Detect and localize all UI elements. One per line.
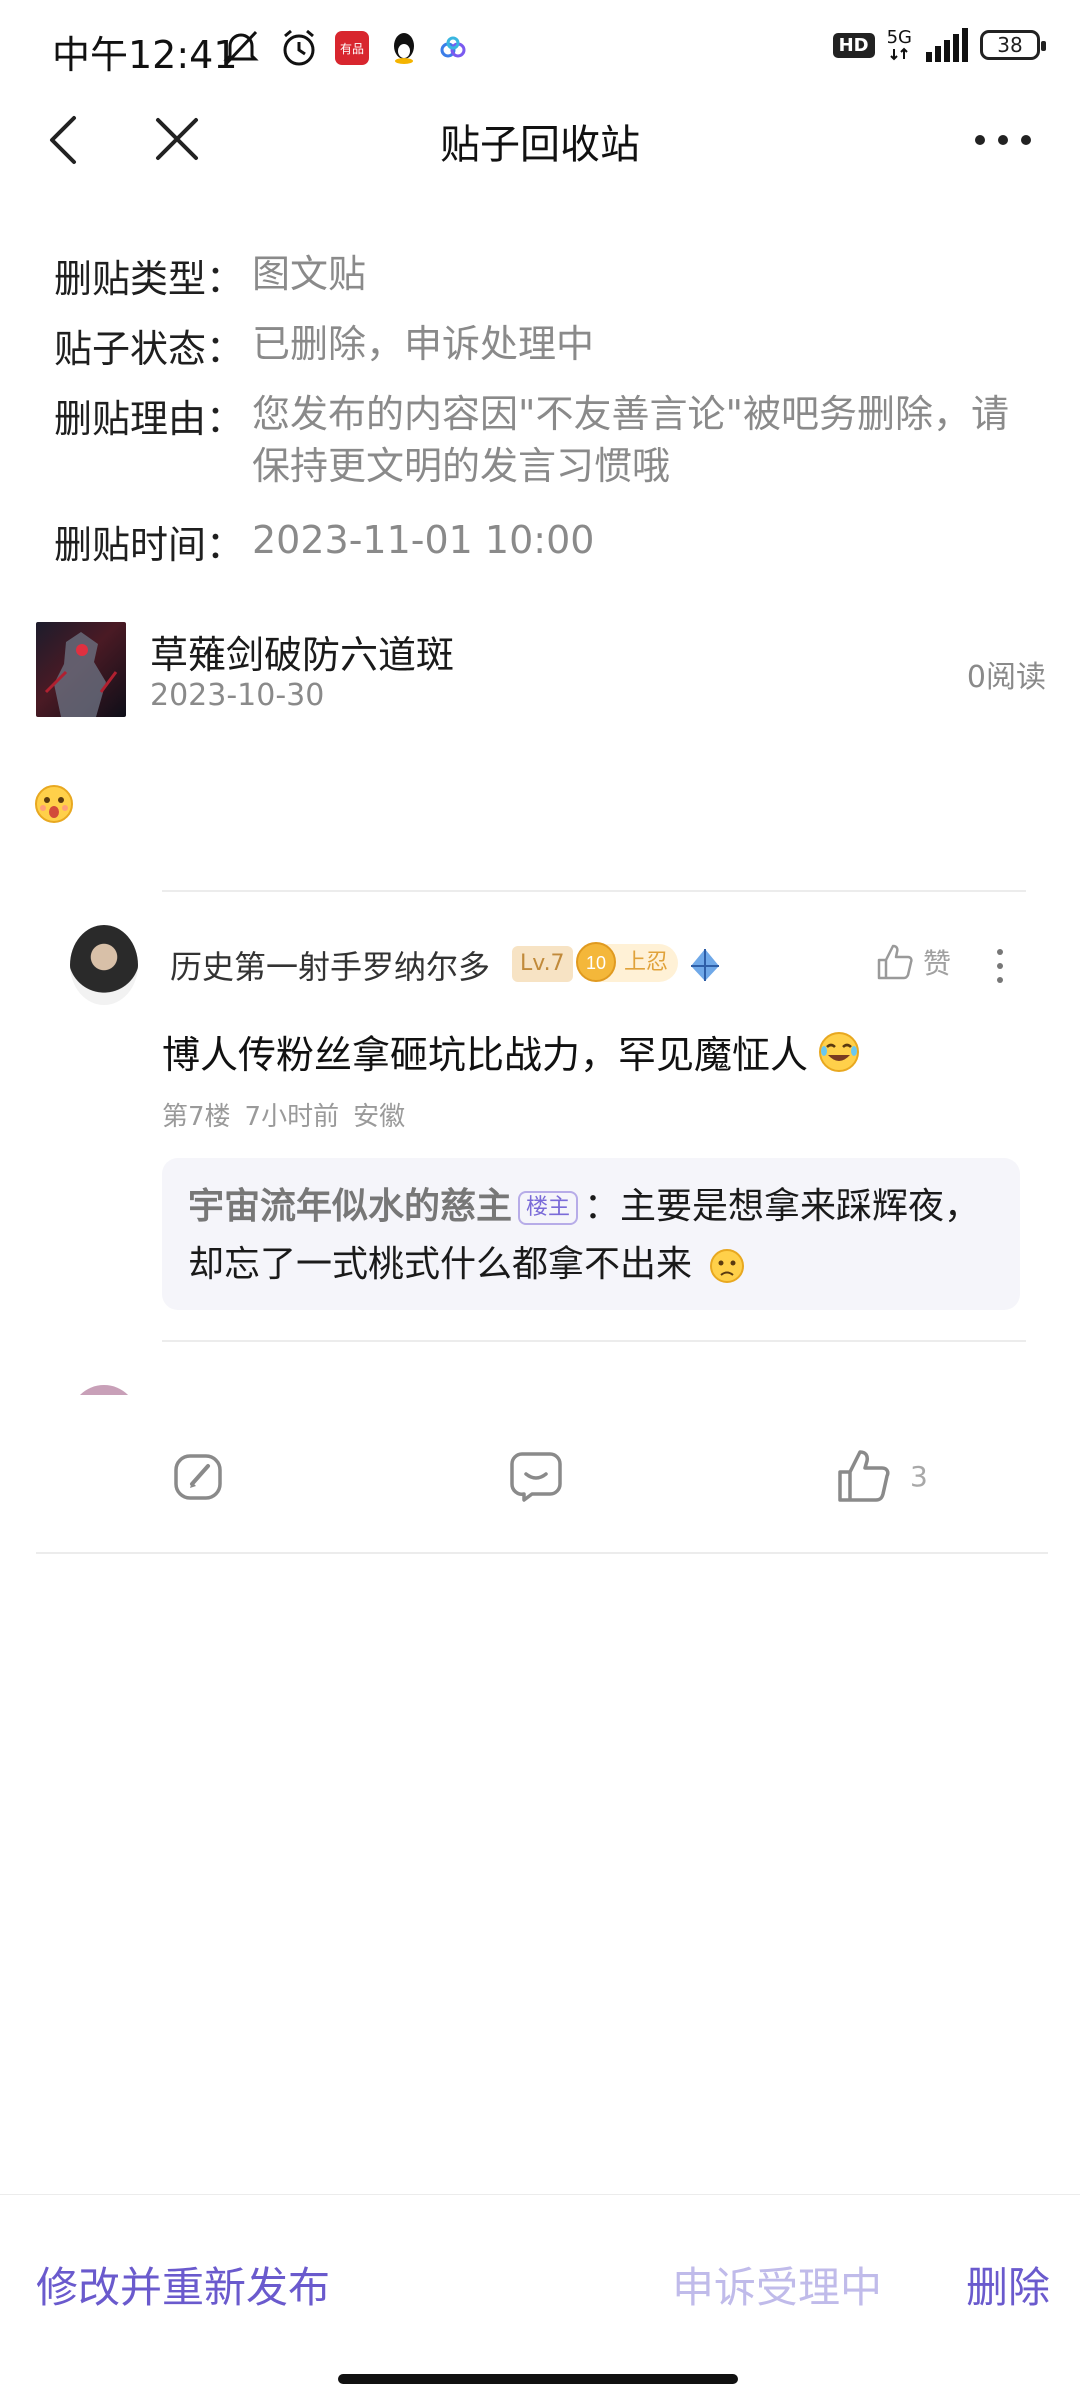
edit-action-button[interactable] [168,1446,228,1506]
alarm-clock-icon [278,28,320,68]
like-label: 赞 [923,947,952,980]
comment-meta: 第7楼 7小时前 安徽 [162,1096,405,1133]
comment-author[interactable]: 历史第一射手罗纳尔多 [170,942,490,988]
next-comment-avatar [70,1385,138,1395]
qq-penguin-icon [386,28,422,68]
divider [36,1552,1048,1554]
info-row-status: 贴子状态： 已删除，申诉处理中 [54,318,1042,373]
comment-text: 博人传粉丝拿砸坑比战力，罕见魔怔人 [162,1033,809,1077]
comment-more-button[interactable] [990,944,1010,988]
divider [162,890,1026,892]
cloud-app-icon [438,28,468,68]
thumbs-up-icon [877,944,913,980]
info-label: 删贴类型： [54,257,245,301]
info-row-reason: 删贴理由： 您发布的内容因"不友善言论"被吧务删除，请保持更文明的发言习惯哦 [54,388,1042,492]
status-time: 中午12:41 [52,33,238,77]
rank-number: 10 [586,953,606,973]
battery-indicator: 38 [980,30,1046,60]
vertical-dots-icon [997,949,1003,983]
location: 安徽 [353,1102,406,1132]
network-label: 5G [886,27,912,48]
floor-number: 第7楼 [162,1102,231,1132]
delete-button[interactable]: 删除 [966,2254,1050,2315]
comment-body: 博人传粉丝拿砸坑比战力，罕见魔怔人 [162,1024,860,1079]
info-value: 2023-11-01 10:00 [252,518,595,562]
more-button[interactable] [968,120,1038,160]
reply-separator: ： [584,1186,621,1227]
status-right: HD 5G 38 [832,28,1046,62]
post-thumbnail[interactable] [36,622,126,717]
like-count: 3 [910,1460,928,1493]
astonished-emoji-icon [34,784,74,824]
info-value: 图文贴 [252,252,367,296]
network-indicator: 5G [887,29,912,61]
reply-author[interactable]: 宇宙流年似水的慈主 [188,1186,512,1227]
more-dots-icon [975,135,1031,145]
info-value: 您发布的内容因"不友善言论"被吧务删除，请保持更文明的发言习惯哦 [252,392,1009,488]
divider [162,1340,1026,1342]
laughing-emoji-icon [819,1031,860,1072]
edit-republish-button[interactable]: 修改并重新发布 [36,2254,330,2315]
comment-bubble-icon [510,1452,562,1502]
post-date: 2023-10-30 [150,678,325,713]
info-row-time: 删贴时间： 2023-11-01 10:00 [54,514,1042,569]
thumbs-up-icon [838,1450,890,1502]
signal-icon [926,28,968,62]
info-row-type: 删贴类型： 图文贴 [54,248,1042,303]
like-action-button[interactable] [834,1446,894,1506]
avatar[interactable] [70,925,138,1005]
app-badge-icon: 有品 [333,28,371,68]
battery-level: 38 [997,33,1023,57]
post-title[interactable]: 草薙剑破防六道斑 [150,624,454,679]
rank-medal-icon: 10 [574,940,618,984]
comment-like-button[interactable]: 赞 [875,942,951,982]
crystal-badge-icon [686,946,724,984]
pencil-edit-icon [174,1454,222,1500]
info-label: 删贴理由： [54,397,245,441]
appeal-status-button: 申诉受理中 [672,2263,883,2312]
comment-action-button[interactable] [506,1446,566,1506]
op-badge: 楼主 [518,1191,579,1225]
time-ago: 7小时前 [244,1102,340,1132]
bottom-divider [0,2194,1080,2195]
info-value: 已删除，申诉处理中 [252,322,595,366]
level-badge: Lv.7 [512,946,573,982]
muted-bell-icon [218,28,264,68]
info-label: 删贴时间： [54,523,245,567]
data-arrows-icon [890,47,909,61]
worried-emoji-icon [710,1249,745,1283]
home-indicator[interactable] [338,2374,738,2384]
reply-box[interactable]: 宇宙流年似水的慈主 楼主 ：主要是想拿来踩辉夜，却忘了一式桃式什么都拿不出来 [162,1158,1020,1310]
armored-figure-image [44,632,118,717]
page-title: 贴子回收站 [440,122,640,168]
info-label: 贴子状态： [54,327,245,371]
hd-badge: HD [832,32,875,58]
read-count: 0阅读 [966,660,1046,695]
